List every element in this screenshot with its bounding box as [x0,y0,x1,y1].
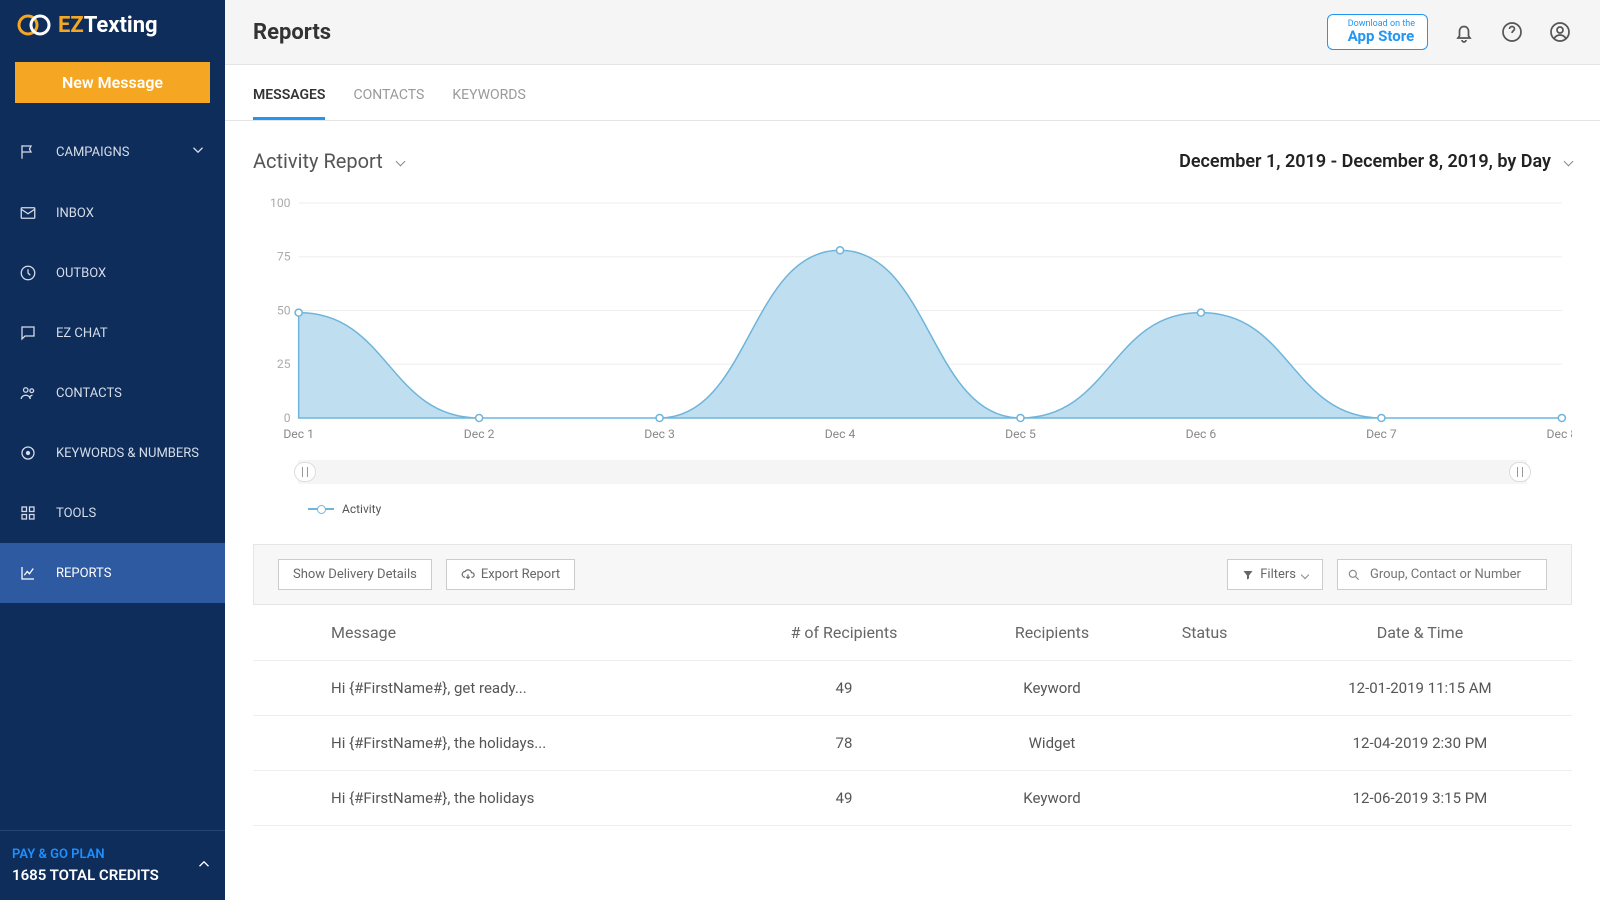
chevron-down-icon [395,156,405,166]
activity-chart: 0 25 50 75 100 Dec 1 Dec 2 Dec 3 Dec 4 Dec 5 Dec 6… [253,193,1572,516]
legend-label: Activity [342,502,381,516]
sidebar-item-reports[interactable]: REPORTS [0,543,225,603]
content: Activity Report December 1, 2019 - Decem… [225,121,1600,900]
th-recipients-count[interactable]: # of Recipients [725,605,963,661]
appstore-button[interactable]: Download on theApp Store [1327,14,1428,50]
contacts-icon [18,383,38,403]
svg-text:Dec 6: Dec 6 [1186,427,1217,441]
sidebar-item-outbox[interactable]: OUTBOX [0,243,225,303]
messages-table: Message # of Recipients Recipients Statu… [253,605,1572,826]
main: Reports Download on theApp Store MESSAGE… [225,0,1600,900]
logo-icon [16,12,52,38]
sidebar-item-label: TOOLS [56,506,96,521]
show-delivery-details-button[interactable]: Show Delivery Details [278,559,432,590]
header: Reports Download on theApp Store [225,0,1600,65]
help-icon[interactable] [1500,20,1524,44]
target-icon [18,443,38,463]
page-title: Reports [253,20,331,45]
sidebar-item-label: CONTACTS [56,386,122,401]
chat-icon [18,323,38,343]
th-recipients[interactable]: Recipients [963,605,1142,661]
scrub-handle-right[interactable] [1509,462,1531,482]
svg-text:75: 75 [277,250,291,264]
sidebar-item-label: CAMPAIGNS [56,145,129,160]
export-report-button[interactable]: Export Report [446,559,575,590]
new-message-button[interactable]: New Message [15,62,210,103]
chevron-down-icon [189,141,207,163]
th-status[interactable]: Status [1141,605,1268,661]
svg-text:Dec 7: Dec 7 [1366,427,1397,441]
tab-keywords[interactable]: KEYWORDS [452,65,525,120]
sidebar-item-label: EZ CHAT [56,326,108,341]
svg-text:Dec 2: Dec 2 [464,427,495,441]
sidebar: EZTexting New Message CAMPAIGNS INBOX OU… [0,0,225,900]
sidebar-nav: CAMPAIGNS INBOX OUTBOX EZ CHAT CONTACTS … [0,121,225,830]
chart-legend: Activity [308,502,1572,516]
sidebar-item-label: REPORTS [56,566,111,581]
table-row[interactable]: Hi {#FirstName#}, get ready...49Keyword1… [253,661,1572,716]
sidebar-item-label: OUTBOX [56,266,106,281]
chart-scrubber[interactable] [298,460,1527,484]
svg-text:50: 50 [277,304,291,318]
sidebar-item-label: KEYWORDS & NUMBERS [56,446,199,461]
sidebar-item-ezchat[interactable]: EZ CHAT [0,303,225,363]
report-title-dropdown[interactable]: Activity Report [253,149,404,173]
svg-text:25: 25 [277,357,291,371]
tabs: MESSAGES CONTACTS KEYWORDS [225,65,1600,121]
plan-footer[interactable]: PAY & GO PLAN 1685 TOTAL CREDITS [0,830,225,900]
user-icon[interactable] [1548,20,1572,44]
svg-text:Dec 8: Dec 8 [1547,427,1572,441]
logo-text: EZTexting [58,13,158,38]
envelope-icon [18,203,38,223]
svg-text:Dec 5: Dec 5 [1005,427,1036,441]
filter-icon [1242,569,1254,581]
chevron-up-icon [195,855,213,877]
search-icon [1347,568,1361,582]
sidebar-item-campaigns[interactable]: CAMPAIGNS [0,121,225,183]
legend-marker [308,508,334,510]
clock-icon [18,263,38,283]
logo[interactable]: EZTexting [0,0,225,50]
date-range-dropdown[interactable]: December 1, 2019 - December 8, 2019, by … [1179,151,1572,172]
scrub-handle-left[interactable] [294,462,316,482]
th-message[interactable]: Message [253,605,725,661]
sidebar-item-tools[interactable]: TOOLS [0,483,225,543]
table-row[interactable]: Hi {#FirstName#}, the holidays...78Widge… [253,716,1572,771]
th-datetime[interactable]: Date & Time [1268,605,1572,661]
sidebar-item-inbox[interactable]: INBOX [0,183,225,243]
svg-text:Dec 1: Dec 1 [283,427,314,441]
sidebar-item-contacts[interactable]: CONTACTS [0,363,225,423]
plan-name: PAY & GO PLAN [12,847,159,862]
search-input[interactable] [1337,559,1547,590]
plan-credits: 1685 TOTAL CREDITS [12,866,159,884]
chevron-down-icon [1564,156,1574,166]
svg-text:0: 0 [284,411,291,425]
chart-icon [18,563,38,583]
bell-icon[interactable] [1452,20,1476,44]
filters-button[interactable]: Filters [1227,559,1323,590]
sidebar-item-keywords[interactable]: KEYWORDS & NUMBERS [0,423,225,483]
svg-text:100: 100 [270,196,291,210]
grid-icon [18,503,38,523]
table-toolbar: Show Delivery Details Export Report Filt… [253,544,1572,605]
flag-icon [18,142,38,162]
svg-text:Dec 4: Dec 4 [825,427,856,441]
svg-text:Dec 3: Dec 3 [644,427,675,441]
tab-messages[interactable]: MESSAGES [253,65,325,120]
table-row[interactable]: Hi {#FirstName#}, the holidays49Keyword1… [253,771,1572,826]
tab-contacts[interactable]: CONTACTS [353,65,424,120]
sidebar-item-label: INBOX [56,206,94,221]
cloud-download-icon [461,568,475,582]
chevron-down-icon [1301,570,1309,578]
